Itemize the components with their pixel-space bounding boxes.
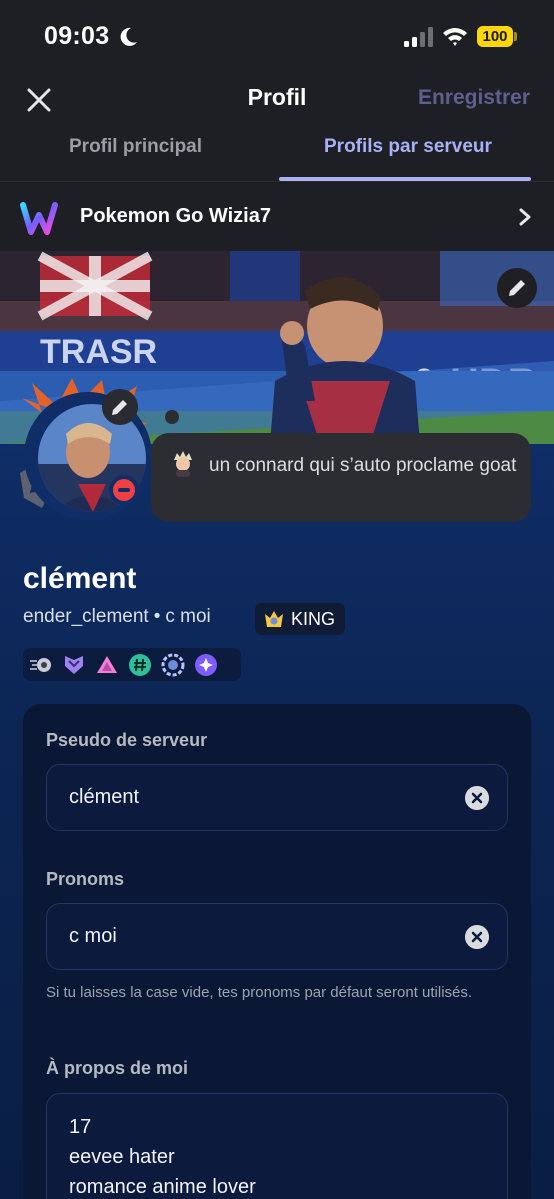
edit-avatar-icon[interactable] [102,389,138,425]
about-me-line: 17 [69,1116,92,1138]
badges-row [23,648,241,681]
guild-tag[interactable]: KING [255,603,346,635]
triangle-badge-icon[interactable] [95,653,119,677]
moon-icon [120,27,137,46]
active-tab-indicator [279,177,531,181]
pronouns-inline: c moi [165,606,211,627]
pronouns-helper-text: Si tu laisses la case vide, tes pronoms … [46,984,473,1001]
guild-tag-label: KING [291,608,336,629]
signal-icon [404,27,433,47]
nickname-label: Pseudo de serveur [46,730,208,750]
custom-status-text: un connard qui s’auto proclame goat [209,455,517,476]
status-time: 09:03 [44,22,110,50]
hashtag-badge-icon[interactable] [128,653,152,677]
clear-pronouns-icon[interactable] [465,925,489,949]
shield-badge-icon[interactable] [62,653,86,677]
status-dnd-indicator [109,475,139,505]
crown-tag-icon [265,611,283,627]
pronouns-value: c moi [69,925,117,947]
laurel-badge-icon[interactable] [161,653,185,677]
server-name: Pokemon Go Wizia7 [80,205,271,227]
edit-banner-icon[interactable] [497,268,537,308]
about-me-textarea[interactable]: 17 eevee hater romance anime lover [46,1093,508,1199]
bubble-tail [165,410,179,424]
tab-main-profile[interactable]: Profil principal [69,136,202,158]
about-me-label: À propos de moi [46,1058,189,1078]
quest-badge-icon[interactable] [194,653,218,677]
speed-badge-icon[interactable] [29,653,53,677]
pronouns-label: Pronoms [46,869,125,889]
nickname-input[interactable]: clément [46,764,508,831]
header: Profil Enregistrer Profil principal Prof… [0,70,554,182]
clear-nickname-icon[interactable] [465,786,489,810]
username: ender_clement [23,606,149,627]
wifi-icon [443,28,467,46]
about-me-line: eevee hater [69,1146,175,1168]
status-bar: 09:03 100 [0,0,554,70]
custom-status-bubble[interactable]: un connard qui s’auto proclame goat [151,433,531,522]
display-name: clément [23,562,137,595]
server-profile-form: Pseudo de serveur clément Pronoms c moi … [23,704,531,1199]
save-button[interactable]: Enregistrer [418,86,530,110]
separator-dot: • [153,606,161,627]
tab-server-profiles[interactable]: Profils par serveur [324,136,492,158]
server-selector[interactable]: Pokemon Go Wizia7 [0,183,554,251]
username-row: ender_clement • c moi [23,606,211,628]
svg-text:TRASR: TRASR [40,333,157,371]
chevron-right-icon [519,208,531,226]
server-logo-icon [20,202,58,235]
nickname-value: clément [69,786,140,808]
about-me-line: romance anime lover [69,1176,256,1198]
battery-indicator: 100 [477,26,513,47]
battery-tip [514,32,517,41]
pronouns-input[interactable]: c moi [46,903,508,970]
